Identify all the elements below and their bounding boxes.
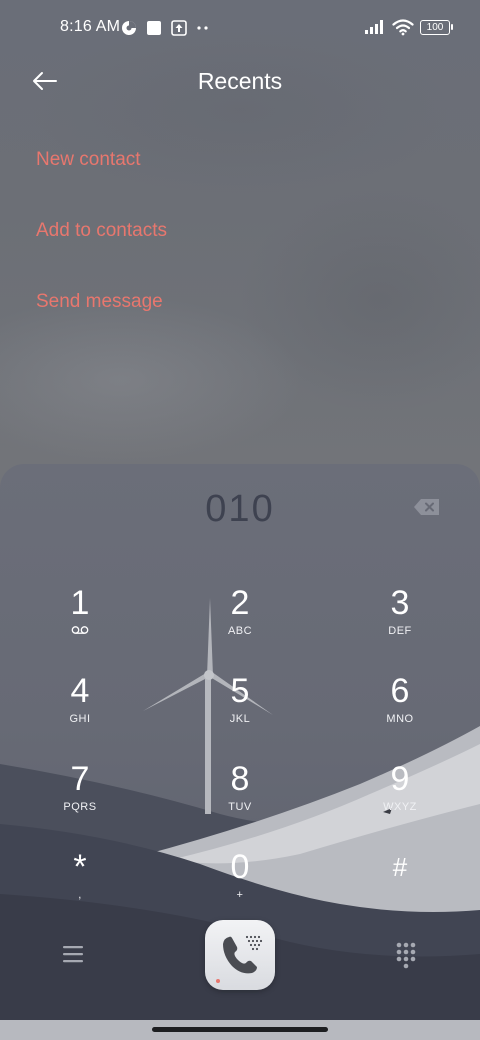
key-letters: WXYZ (383, 801, 417, 813)
key-letters: MNO (386, 713, 414, 725)
battery-icon: 100 (420, 19, 453, 35)
key-letters: + (236, 889, 244, 901)
dialpad-toggle-button[interactable] (394, 940, 418, 970)
signal-icon (365, 20, 383, 34)
menu-icon (63, 946, 83, 963)
status-time: 8:16 AM (60, 18, 121, 35)
status-bar: 8:16 AM 100 (0, 0, 480, 56)
key-0[interactable]: 0 + (180, 844, 300, 924)
phone-icon (216, 935, 263, 983)
key-letters: , (78, 889, 82, 901)
key-1[interactable]: 1 (20, 580, 140, 660)
wifi-icon (392, 19, 414, 36)
home-indicator[interactable] (152, 1027, 328, 1032)
key-7[interactable]: 7 PQRS (20, 756, 140, 836)
key-digit: 0 (230, 848, 250, 886)
dialer-screen: 8:16 AM 100 Recents New contact Add to c… (0, 0, 480, 1040)
entered-number[interactable]: 010 (0, 488, 480, 531)
key-digit: 4 (70, 672, 90, 710)
menu-button[interactable] (58, 942, 88, 966)
add-to-contacts-link[interactable]: Add to contacts (36, 220, 167, 242)
key-2[interactable]: 2 ABC (180, 580, 300, 660)
key-digit: 5 (230, 672, 250, 710)
key-5[interactable]: 5 JKL (180, 668, 300, 748)
navigation-bar (0, 1020, 480, 1040)
backspace-button[interactable] (412, 496, 442, 518)
page-title: Recents (197, 68, 283, 94)
key-4[interactable]: 4 GHI (20, 668, 140, 748)
status-icons-right: 100 (364, 16, 453, 38)
upload-icon (171, 20, 187, 36)
new-contact-link[interactable]: New contact (36, 149, 141, 171)
key-letters: GHI (69, 713, 91, 725)
key-6[interactable]: 6 MNO (340, 668, 460, 748)
key-digit: # (392, 852, 408, 882)
key-letters: ABC (227, 625, 253, 637)
key-digit: 3 (390, 584, 410, 622)
app-square-icon (147, 21, 161, 35)
key-letters: JKL (229, 713, 251, 725)
status-icons-left (121, 18, 210, 38)
key-8[interactable]: 8 TUV (180, 756, 300, 836)
key-3[interactable]: 3 DEF (340, 580, 460, 660)
backspace-icon (414, 499, 439, 515)
bottom-bar (0, 916, 480, 996)
key-9[interactable]: 9 WXYZ (340, 756, 460, 836)
dialpad-icon (396, 942, 416, 969)
key-digit: 8 (230, 760, 250, 798)
key-hash[interactable]: # (340, 844, 460, 924)
key-digit: 7 (70, 760, 90, 798)
key-letters: DEF (388, 625, 412, 637)
more-dots-icon (197, 26, 208, 30)
data-saver-icon (122, 21, 136, 35)
key-letters: TUV (228, 801, 252, 813)
key-digit: 1 (70, 584, 90, 622)
key-digit: * (73, 848, 87, 886)
key-digit: 9 (390, 760, 410, 798)
key-letters: PQRS (63, 801, 97, 813)
key-star[interactable]: * , (20, 844, 140, 924)
header: Recents (0, 56, 480, 106)
key-digit: 2 (230, 584, 250, 622)
send-message-link[interactable]: Send message (36, 291, 163, 313)
voicemail-icon (71, 626, 89, 634)
call-button[interactable] (205, 920, 275, 990)
key-digit: 6 (390, 672, 410, 710)
